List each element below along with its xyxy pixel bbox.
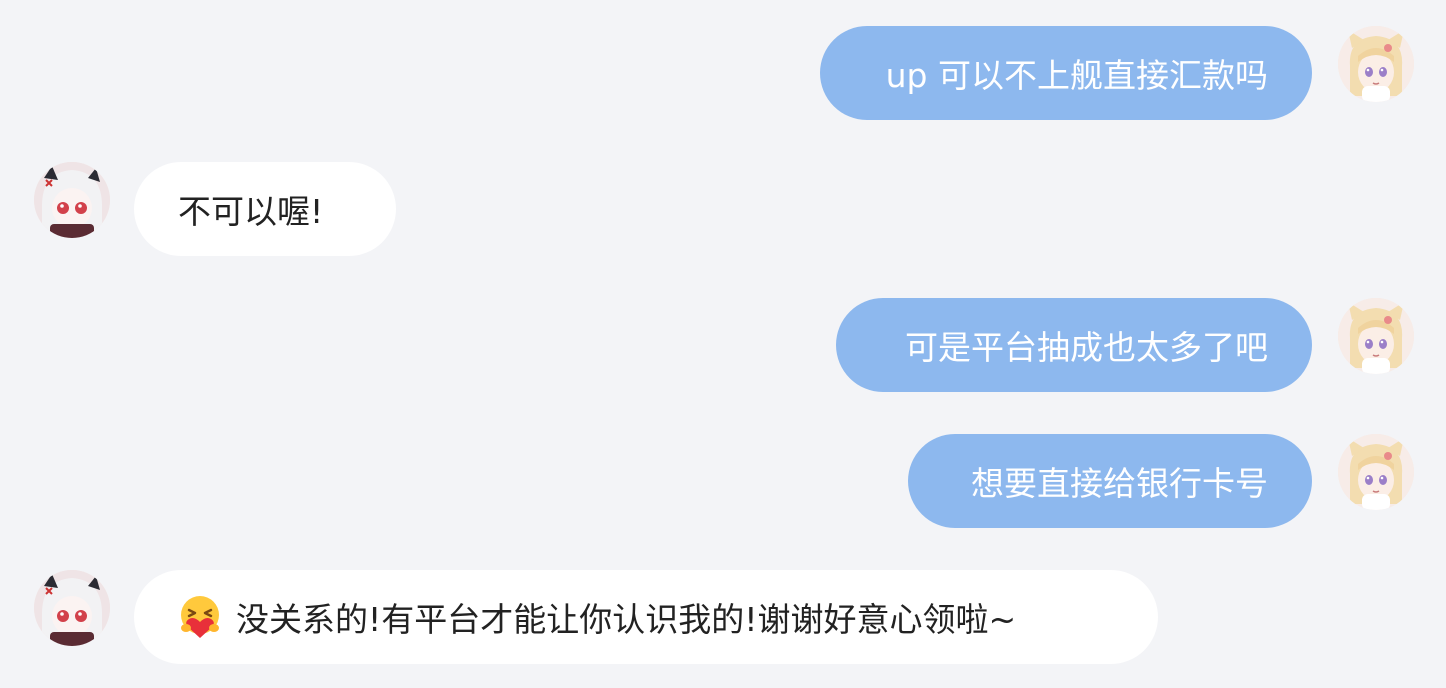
message-text: 没关系的!有平台才能让你认识我的!谢谢好意心领啦~ bbox=[236, 600, 1017, 639]
incoming-message-bubble[interactable]: 没关系的!有平台才能让你认识我的!谢谢好意心领啦~ bbox=[134, 570, 1158, 664]
sender-avatar[interactable] bbox=[34, 162, 110, 238]
white-haired-girl-avatar-icon bbox=[34, 570, 110, 646]
outgoing-message-bubble[interactable]: 可是平台抽成也太多了吧 bbox=[836, 298, 1312, 392]
message-text: 想要直接给银行卡号 bbox=[971, 464, 1268, 503]
user-avatar[interactable] bbox=[1338, 298, 1414, 374]
user-avatar[interactable] bbox=[1338, 26, 1414, 102]
white-haired-girl-avatar-icon bbox=[34, 162, 110, 238]
incoming-message-bubble[interactable]: 不可以喔! bbox=[134, 162, 396, 256]
sender-avatar[interactable] bbox=[34, 570, 110, 646]
blonde-catgirl-avatar-icon bbox=[1338, 298, 1414, 374]
outgoing-message-bubble[interactable]: 想要直接给银行卡号 bbox=[908, 434, 1312, 528]
hugging-heart-emoji-icon bbox=[178, 594, 222, 640]
user-avatar[interactable] bbox=[1338, 434, 1414, 510]
message-text: 不可以喔! bbox=[178, 192, 324, 231]
outgoing-message-bubble[interactable]: up 可以不上舰直接汇款吗 bbox=[820, 26, 1312, 120]
blonde-catgirl-avatar-icon bbox=[1338, 26, 1414, 102]
blonde-catgirl-avatar-icon bbox=[1338, 434, 1414, 510]
message-text: 可是平台抽成也太多了吧 bbox=[905, 328, 1268, 367]
message-text: up 可以不上舰直接汇款吗 bbox=[885, 56, 1268, 95]
